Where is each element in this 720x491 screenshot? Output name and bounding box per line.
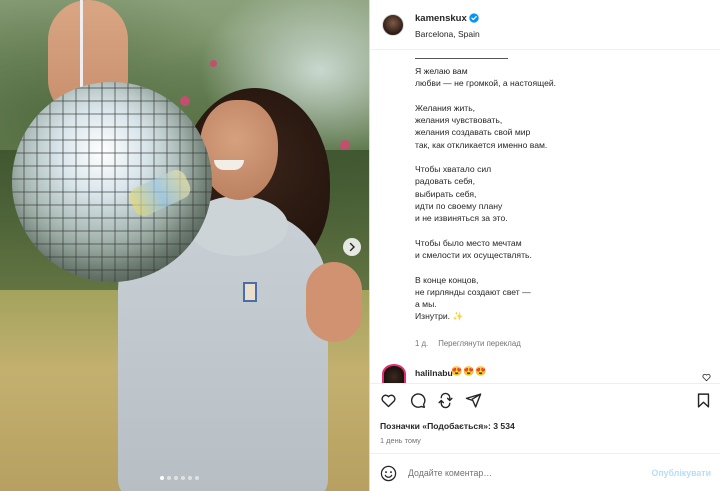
photo-ball-string [80,0,83,88]
comment-avatar[interactable] [382,364,406,384]
carousel-dot [174,476,178,480]
photo-arm-right [306,262,362,342]
post-actions [370,383,720,415]
caption-paragraph: Чтобы было место мечтам и смелости их ос… [415,237,532,260]
carousel-dot [167,476,171,480]
post-time[interactable]: 1 день тому [380,436,421,445]
post-username[interactable]: kamenskux [415,13,467,24]
comment-icon[interactable] [409,392,426,409]
photo-hoodie-badge [243,282,257,302]
carousel-dot [181,476,185,480]
share-icon[interactable] [465,392,482,409]
caption-paragraph-text: В конце концов, не гирлянды создают свет… [415,274,531,322]
post-photo[interactable] [0,0,369,491]
post-location[interactable]: Barcelona, Spain [415,29,480,39]
carousel-next-button[interactable] [343,238,361,256]
likes-count[interactable]: Позначки «Подобається»: 3 534 [380,421,515,431]
heart-icon[interactable] [380,392,397,409]
carousel-dots [160,476,199,480]
caption-paragraph-last: В конце концов, не гирлянды создают свет… [415,274,705,323]
caption-paragraph: Я желаю вам любви — не громкой, а настоя… [415,66,557,89]
comment-username[interactable]: halilnabu [415,368,453,378]
caption-paragraph: Желания жить, желания чувствовать, желан… [415,102,548,150]
post-header: kamenskux Barcelona, Spain [370,0,720,50]
caption-age: 1 д. [415,339,429,348]
bookmark-icon[interactable] [695,392,712,409]
photo-flower [340,140,350,150]
chevron-right-icon [349,242,355,252]
carousel-dot [160,476,164,480]
post-side-panel: kamenskux Barcelona, Spain Я желаю вам л… [369,0,720,491]
photo-flower [180,96,190,106]
comment-like-icon[interactable] [702,373,711,382]
comment-text: 😍😍😍 [451,366,488,376]
repost-icon[interactable] [437,392,454,409]
photo-flower [210,60,217,67]
avatar[interactable] [382,14,404,36]
verified-badge-icon [469,13,479,23]
publish-button[interactable]: Опублікувати [652,468,712,478]
comment-row: halilnabu 😍😍😍 [382,364,717,384]
carousel-dot [195,476,199,480]
caption-paragraph: Чтобы хватало сил радовать себя, выбират… [415,164,508,224]
caption-divider [415,58,508,59]
translate-link[interactable]: Переглянути переклад [438,339,521,348]
carousel-dot [188,476,192,480]
emoji-icon[interactable] [380,465,397,482]
comment-composer: Опублікувати [370,453,720,491]
caption-meta: 1 д. Переглянути переклад [415,339,521,348]
sparkle-icon: ✨ [452,311,464,322]
post-caption: Я желаю вам любви — не громкой, а настоя… [415,58,705,322]
comment-input[interactable] [408,464,628,482]
